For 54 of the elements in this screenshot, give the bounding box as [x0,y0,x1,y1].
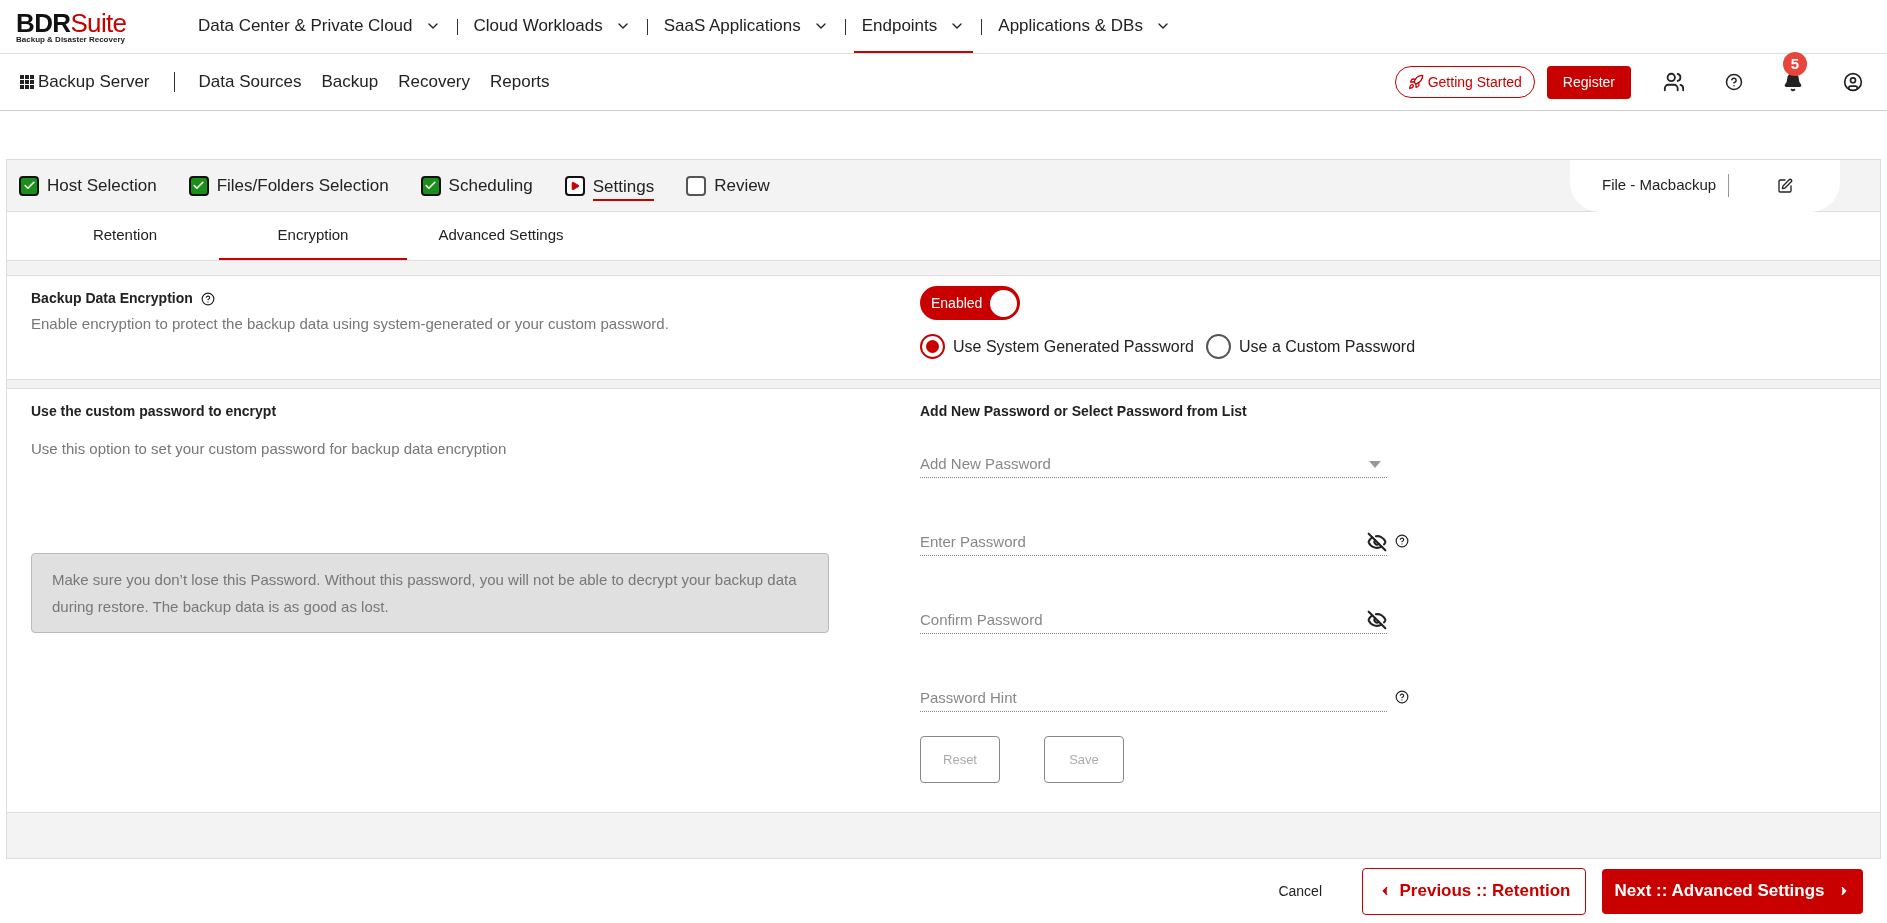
top-menu-item[interactable]: Cloud Workloads [465,0,639,53]
dropdown-caret-icon [1369,461,1381,468]
rocket-icon [1407,74,1424,90]
radio-label[interactable]: Use System Generated Password [953,334,1194,359]
top-menu-item[interactable]: Data Center & Private Cloud [190,0,449,53]
edit-icon[interactable] [1777,177,1794,194]
help-icon[interactable] [200,291,215,306]
password-dropdown[interactable]: Add New Password [920,450,1387,478]
step-label[interactable]: Scheduling [448,172,533,199]
input-field[interactable]: Password Hint [920,684,1387,712]
top-menu-item[interactable]: Applications & DBs [990,0,1179,53]
nav-link[interactable]: Recovery [398,69,470,95]
step-label[interactable]: Files/Folders Selection [216,172,389,199]
warning-message: Make sure you don’t lose this Password. Without this password, you will not be able to decrypt your backup data during restore. The backup data is as good as lost. [31,552,829,633]
previous-button[interactable]: Previous :: Retention [1362,867,1586,915]
eye-off-icon[interactable] [1367,532,1387,552]
register-button[interactable]: Register [1546,65,1631,99]
form-title: Add New Password or Select Password from List [920,402,1248,421]
help-icon[interactable] [1725,73,1743,91]
bell-icon[interactable] [1783,72,1803,92]
notification-badge: 5 [1783,52,1807,76]
section-description: Enable encryption to protect the backup data using system-generated or your custom password. [31,314,670,334]
next-button[interactable]: Next :: Advanced Settings [1602,868,1863,914]
nav-link[interactable]: Data Sources [198,69,302,95]
step-label[interactable]: Host Selection [47,172,157,199]
settings-tab[interactable]: Advanced Settings [407,212,595,260]
input-field[interactable]: Confirm Password [920,606,1387,634]
section-title: Backup Data Encryption [31,289,193,308]
settings-tab[interactable]: Retention [31,212,219,260]
help-icon[interactable] [1395,690,1409,704]
radio-button[interactable] [920,334,945,359]
eye-off-icon[interactable] [1367,610,1387,630]
section-title: Use the custom password to encrypt [31,402,278,421]
nav-link[interactable]: Backup [321,69,379,95]
radio-button[interactable] [1206,334,1231,359]
radio-label[interactable]: Use a Custom Password [1239,334,1416,359]
grid-icon[interactable] [20,75,34,89]
encryption-toggle[interactable]: Enabled [920,286,1020,320]
top-menu-item[interactable]: Endpoints [853,0,974,53]
brand-tagline: Backup & Disaster Recovery [16,35,126,44]
settings-tab[interactable]: Encryption [219,212,407,260]
nav-link[interactable]: Reports [490,69,550,95]
user-avatar-icon[interactable] [1843,72,1863,92]
section-description: Use this option to set your custom password for backup data encryption [31,439,508,459]
job-name: File - Macbackup [1602,174,1730,197]
brand-logo[interactable]: BDRSuite [16,9,190,36]
top-menu-item[interactable]: SaaS Applications [655,0,837,53]
help-icon[interactable] [1395,534,1409,548]
input-field[interactable]: Enter Password [920,528,1387,556]
step-label[interactable]: Settings [592,174,655,201]
cancel-button[interactable]: Cancel [1278,880,1322,902]
users-icon[interactable] [1663,71,1685,93]
step-label[interactable]: Review [714,172,770,199]
app-title: Backup Server [38,71,150,94]
